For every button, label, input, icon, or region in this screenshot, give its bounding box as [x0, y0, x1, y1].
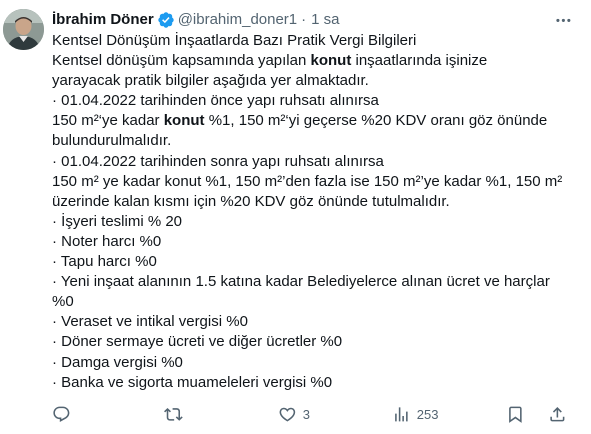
- like-icon: [279, 407, 296, 422]
- bookmark-icon: [509, 406, 522, 423]
- tweet-text-segment: · 01.04.2022 tarihinden önce yapı ruhsat…: [52, 92, 379, 110]
- tweet-text-segment: · Tapu harcı %0: [52, 253, 157, 271]
- tweet-text-line: · Tapu harcı %0: [52, 252, 572, 272]
- tweet-text-line: 150 m² ye kadar konut %1, 150 m²’den faz…: [52, 172, 572, 192]
- tweet-text-bold: konut: [310, 52, 352, 70]
- header-separator: ·: [301, 11, 307, 28]
- tweet-text-line: Kentsel Dönüşüm İnşaatlarda Bazı Pratik …: [52, 31, 572, 51]
- tweet-text-segment: · İşyeri teslimi % 20: [52, 212, 183, 230]
- tweet-timestamp[interactable]: 1 sa: [311, 10, 339, 30]
- tweet-text-line: Kentsel dönüşüm kapsamında yapılan konut…: [52, 51, 572, 71]
- avatar[interactable]: [3, 9, 44, 50]
- tweet[interactable]: İbrahim Döner @ibrahim_doner1 · 1 sa Ken…: [0, 0, 591, 434]
- tweet-text-line: · Noter harcı %0: [52, 232, 572, 252]
- views-count: 253: [416, 406, 439, 422]
- tweet-text-segment: bulundurulmalıdır.: [52, 132, 172, 150]
- tweet-text-segment: üzerinde kalan kısmı için %20 KDV göz ön…: [52, 192, 450, 210]
- tweet-text-segment: 150 m²‘ye kadar: [52, 112, 164, 130]
- avatar-image: [3, 9, 44, 50]
- tweet-text-segment: · Noter harcı %0: [52, 232, 162, 250]
- tweet-text-segment: · Yeni inşaat alanının 1.5 katına kadar …: [52, 273, 550, 291]
- tweet-text-segment: Kentsel Dönüşüm İnşaatlarda Bazı Pratik …: [52, 32, 417, 49]
- tweet-text-segment: · 01.04.2022 tarihinden sonra yapı ruhsa…: [52, 152, 384, 170]
- tweet-text-bold: konut: [163, 112, 205, 130]
- like-button[interactable]: 3: [278, 402, 310, 426]
- tweet-text-segment: %1, 150 m²‘yi geçerse %20 KDV oranı göz …: [204, 112, 548, 130]
- tweet-text-segment: · Döner sermaye ücreti ve diğer ücretler…: [52, 333, 343, 351]
- tweet-text-line: · Damga vergisi %0: [52, 353, 572, 373]
- tweet-text-segment: · Veraset ve intikal vergisi %0: [52, 313, 248, 331]
- more-options-icon[interactable]: [551, 9, 575, 31]
- tweet-text-segment: Kentsel dönüşüm kapsamında yapılan: [52, 52, 311, 70]
- views-icon: [395, 406, 408, 422]
- share-icon: [550, 406, 565, 422]
- tweet-text-line: · 01.04.2022 tarihinden sonra yapı ruhsa…: [52, 152, 572, 172]
- like-count: 3: [302, 406, 310, 422]
- verified-badge-icon[interactable]: [157, 11, 175, 29]
- author-name[interactable]: İbrahim Döner: [52, 10, 154, 30]
- tweet-text-line: · Döner sermaye ücreti ve diğer ücretler…: [52, 332, 572, 352]
- tweet-text-segment: %0: [52, 293, 74, 311]
- tweet-text-line: 150 m²‘ye kadar konut %1, 150 m²‘yi geçe…: [52, 111, 572, 131]
- tweet-text-segment: · Banka ve sigorta muameleleri vergisi %…: [52, 373, 333, 391]
- tweet-text-line: · Veraset ve intikal vergisi %0: [52, 312, 572, 332]
- tweet-text-segment: · Damga vergisi %0: [52, 353, 183, 371]
- reply-button[interactable]: [52, 402, 77, 426]
- views-button[interactable]: 253: [392, 402, 438, 426]
- tweet-text-line: yarayacak pratik bilgiler aşağıda yer al…: [52, 71, 572, 91]
- reply-icon: [53, 406, 70, 422]
- tweet-text-segment: inşaatlarında işinize: [351, 52, 488, 70]
- author-handle[interactable]: @ibrahim_doner1: [178, 10, 297, 30]
- tweet-text-line: %0: [52, 292, 572, 312]
- tweet-text-line: · İşyeri teslimi % 20: [52, 212, 572, 232]
- retweet-icon: [164, 407, 183, 421]
- tweet-text: Kentsel Dönüşüm İnşaatlarda Bazı Pratik …: [52, 31, 572, 393]
- retweet-button[interactable]: [164, 402, 189, 426]
- share-button[interactable]: [548, 402, 567, 426]
- bookmark-button[interactable]: [506, 402, 525, 426]
- tweet-text-line: · Yeni inşaat alanının 1.5 katına kadar …: [52, 272, 572, 292]
- tweet-text-line: bulundurulmalıdır.: [52, 131, 572, 151]
- tweet-actions: 3 253: [52, 402, 582, 426]
- tweet-text-segment: 150 m² ye kadar konut %1, 150 m²’den faz…: [52, 172, 563, 190]
- tweet-text-line: üzerinde kalan kısmı için %20 KDV göz ön…: [52, 192, 572, 212]
- tweet-text-line: · 01.04.2022 tarihinden önce yapı ruhsat…: [52, 91, 572, 111]
- tweet-header: İbrahim Döner @ibrahim_doner1 · 1 sa: [52, 10, 340, 30]
- tweet-text-segment: yarayacak pratik bilgiler aşağıda yer al…: [52, 72, 369, 90]
- tweet-text-line: · Banka ve sigorta muameleleri vergisi %…: [52, 373, 572, 393]
